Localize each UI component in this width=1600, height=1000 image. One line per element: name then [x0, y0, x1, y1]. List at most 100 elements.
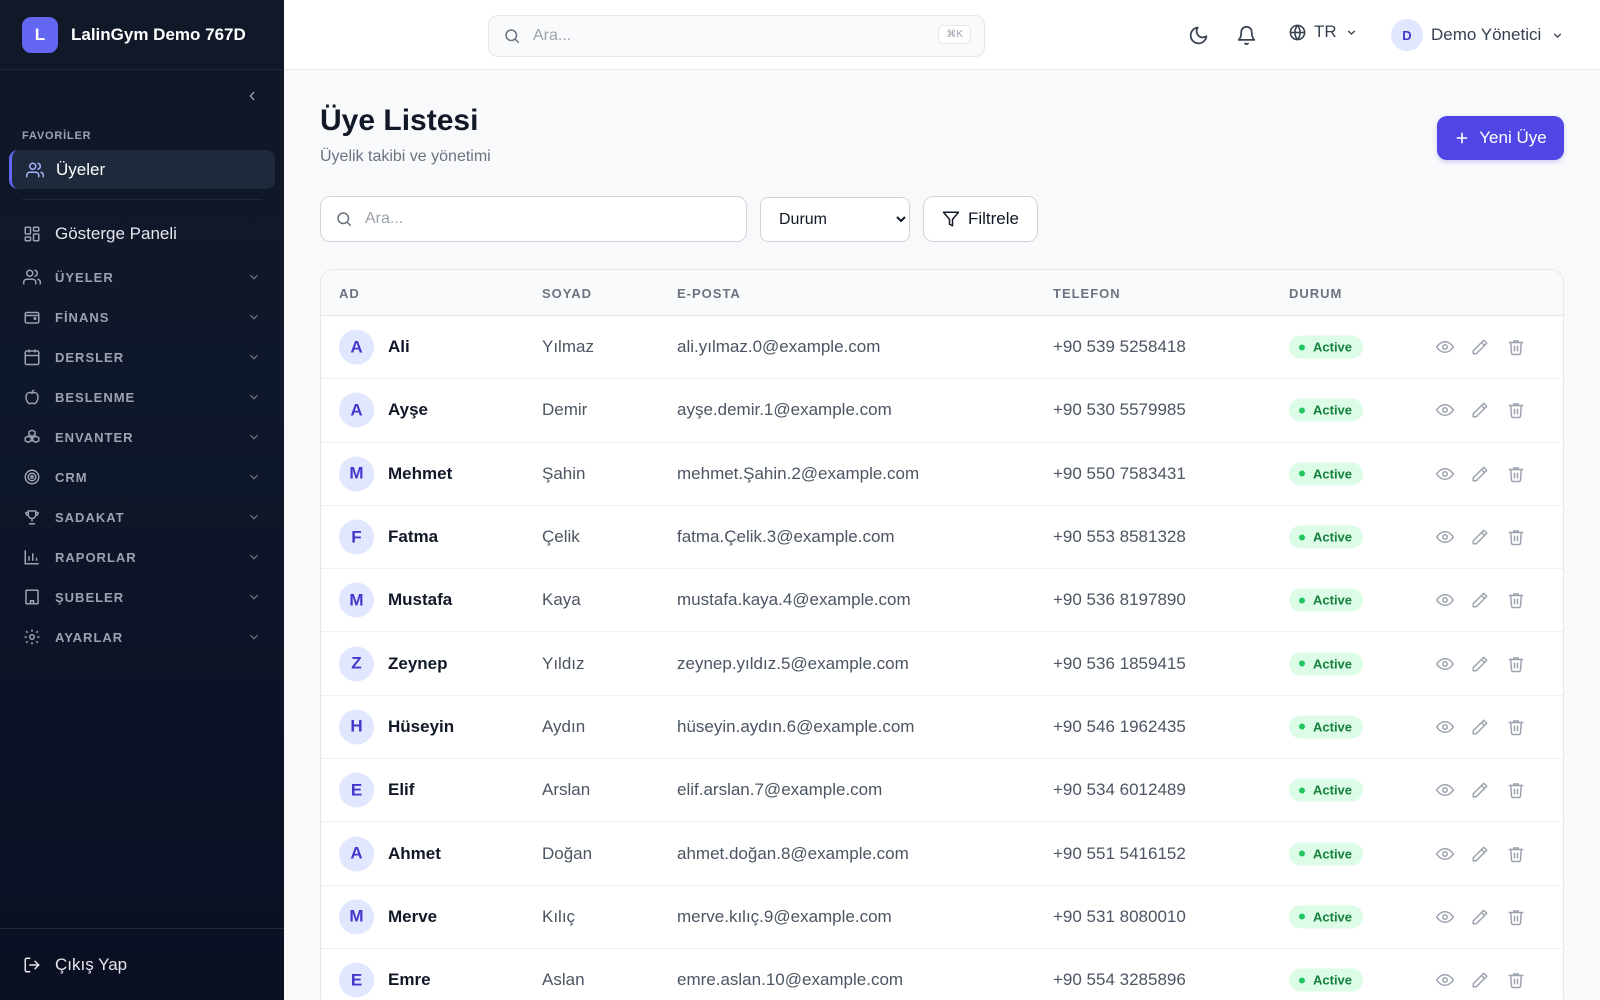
brand-name: LalinGym Demo 767D — [71, 24, 246, 44]
sidebar-group-crm[interactable]: CRM — [9, 457, 275, 497]
edit-button[interactable] — [1469, 716, 1491, 738]
table-row[interactable]: M Merve Kılıç merve.kılıç.9@example.com … — [321, 886, 1563, 949]
view-button[interactable] — [1434, 906, 1456, 928]
edit-button[interactable] — [1469, 336, 1491, 358]
edit-button[interactable] — [1469, 526, 1491, 548]
global-search-input[interactable] — [533, 27, 913, 45]
member-email: ahmet.doğan.8@example.com — [677, 843, 909, 863]
table-row[interactable]: F Fatma Çelik fatma.Çelik.3@example.com … — [321, 506, 1563, 570]
delete-button[interactable] — [1505, 969, 1527, 991]
table-row[interactable]: M Mustafa Kaya mustafa.kaya.4@example.co… — [321, 569, 1563, 633]
favorite-item-members[interactable]: Üyeler — [9, 150, 275, 189]
trash-icon — [1508, 910, 1524, 926]
sidebar-group-members[interactable]: ÜYELER — [9, 257, 275, 297]
table-row[interactable]: A Ali Yılmaz ali.yılmaz.0@example.com +9… — [321, 316, 1563, 380]
view-button[interactable] — [1434, 843, 1456, 865]
sidebar-group-settings[interactable]: AYARLAR — [9, 617, 275, 657]
member-search-input[interactable] — [365, 210, 725, 228]
delete-button[interactable] — [1505, 463, 1527, 485]
delete-button[interactable] — [1505, 336, 1527, 358]
pencil-icon — [1472, 656, 1488, 672]
chevron-down-icon — [250, 354, 258, 360]
table-row[interactable]: E Elif Arslan elif.arslan.7@example.com … — [321, 759, 1563, 823]
status-label: Active — [1313, 846, 1353, 862]
sidebar-group-inventory[interactable]: ENVANTER — [9, 417, 275, 457]
notifications-button[interactable] — [1233, 22, 1259, 48]
column-header-last-name[interactable]: SOYAD — [542, 286, 592, 301]
delete-button[interactable] — [1505, 526, 1527, 548]
edit-button[interactable] — [1469, 399, 1491, 421]
column-header-email[interactable]: E-POSTA — [677, 286, 741, 301]
view-button[interactable] — [1434, 969, 1456, 991]
column-header-first-name[interactable]: AD — [339, 286, 360, 301]
trash-icon — [1508, 783, 1524, 799]
page-subtitle: Üyelik takibi ve yönetimi — [320, 148, 491, 165]
sidebar-group-loyalty[interactable]: SADAKAT — [9, 497, 275, 537]
trash-icon — [1508, 403, 1524, 419]
edit-button[interactable] — [1469, 779, 1491, 801]
edit-button[interactable] — [1469, 906, 1491, 928]
view-button[interactable] — [1434, 589, 1456, 611]
table-row[interactable]: E Emre Aslan emre.aslan.10@example.com +… — [321, 949, 1563, 1000]
status-label: Active — [1313, 339, 1353, 355]
filter-button[interactable]: Filtrele — [923, 196, 1038, 242]
view-button[interactable] — [1434, 779, 1456, 801]
delete-button[interactable] — [1505, 653, 1527, 675]
table-row[interactable]: H Hüseyin Aydın hüseyin.aydın.6@example.… — [321, 696, 1563, 760]
member-email: elif.arslan.7@example.com — [677, 780, 883, 800]
user-menu[interactable]: D Demo Yönetici — [1391, 19, 1564, 51]
edit-button[interactable] — [1469, 589, 1491, 611]
brand[interactable]: L LalinGym Demo 767D — [0, 0, 284, 70]
member-last-name: Kaya — [542, 590, 581, 610]
status-dot — [1299, 850, 1305, 857]
sidebar-group-classes[interactable]: DERSLER — [9, 337, 275, 377]
sidebar-group-branches[interactable]: ŞUBELER — [9, 577, 275, 617]
user-name: Demo Yönetici — [1431, 25, 1542, 44]
column-header-status[interactable]: DURUM — [1289, 286, 1342, 301]
delete-button[interactable] — [1505, 589, 1527, 611]
sidebar-item-dashboard[interactable]: Gösterge Paneli — [9, 213, 275, 255]
delete-button[interactable] — [1505, 843, 1527, 865]
delete-button[interactable] — [1505, 716, 1527, 738]
delete-button[interactable] — [1505, 399, 1527, 421]
logout-button[interactable]: Çıkış Yap — [0, 928, 284, 1000]
member-phone: +90 553 8581328 — [1053, 527, 1186, 547]
view-button[interactable] — [1434, 336, 1456, 358]
edit-button[interactable] — [1469, 843, 1491, 865]
column-header-phone[interactable]: TELEFON — [1053, 286, 1121, 301]
table-row[interactable]: A Ayşe Demir ayşe.demir.1@example.com +9… — [321, 379, 1563, 443]
status-dot — [1299, 660, 1305, 667]
view-button[interactable] — [1434, 463, 1456, 485]
global-search[interactable]: ⌘K — [488, 15, 985, 57]
collapse-sidebar-button[interactable] — [240, 84, 264, 108]
status-badge: Active — [1289, 778, 1364, 802]
sidebar-group-finance[interactable]: FİNANS — [9, 297, 275, 337]
view-button[interactable] — [1434, 399, 1456, 421]
edit-button[interactable] — [1469, 969, 1491, 991]
theme-toggle-button[interactable] — [1185, 22, 1211, 48]
filter-label: Filtrele — [967, 209, 1019, 228]
language-selector[interactable]: TR — [1288, 22, 1358, 42]
view-button[interactable] — [1434, 653, 1456, 675]
member-avatar: E — [339, 772, 374, 808]
table-row[interactable]: M Mehmet Şahin mehmet.Şahin.2@example.co… — [321, 443, 1563, 506]
sidebar-group-nutrition[interactable]: BESLENME — [9, 377, 275, 417]
new-member-button[interactable]: Yeni Üye — [1437, 116, 1564, 160]
member-search[interactable] — [320, 196, 747, 242]
member-last-name: Aydın — [542, 716, 586, 736]
member-first-name: Mehmet — [388, 463, 453, 483]
member-first-name: Ahmet — [388, 843, 441, 863]
sidebar-group-reports[interactable]: RAPORLAR — [9, 537, 275, 577]
view-button[interactable] — [1434, 716, 1456, 738]
status-select[interactable]: Durum — [760, 197, 910, 242]
table-row[interactable]: A Ahmet Doğan ahmet.doğan.8@example.com … — [321, 822, 1563, 886]
edit-button[interactable] — [1469, 653, 1491, 675]
table-row[interactable]: Z Zeynep Yıldız zeynep.yıldız.5@example.… — [321, 632, 1563, 696]
sidebar-group-label: AYARLAR — [55, 629, 124, 645]
delete-button[interactable] — [1505, 779, 1527, 801]
sidebar-group-label: ŞUBELER — [55, 589, 125, 605]
chevron-down-icon — [250, 594, 258, 600]
edit-button[interactable] — [1469, 463, 1491, 485]
delete-button[interactable] — [1505, 906, 1527, 928]
view-button[interactable] — [1434, 526, 1456, 548]
